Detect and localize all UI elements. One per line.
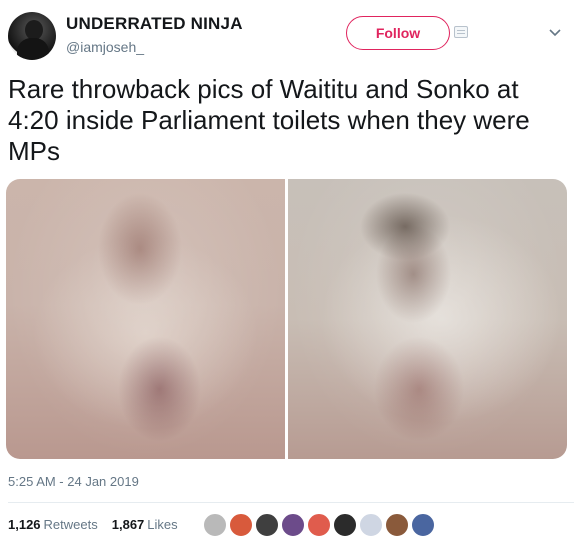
liker-avatar[interactable] [281, 513, 305, 537]
liker-avatars [203, 513, 437, 537]
liker-avatar[interactable] [359, 513, 383, 537]
tweet-stats: 1,126 Retweets 1,867 Likes [8, 517, 178, 532]
chevron-down-icon[interactable] [549, 26, 561, 38]
tweet-text: Rare throwback pics of Waititu and Sonko… [8, 74, 530, 166]
likes-stat[interactable]: 1,867 Likes [112, 517, 178, 532]
liker-avatar[interactable] [255, 513, 279, 537]
avatar-head [25, 20, 43, 40]
retweets-count: 1,126 [8, 517, 41, 532]
tweet-timestamp[interactable]: 5:25 AM - 24 Jan 2019 [8, 474, 139, 489]
liker-avatar[interactable] [385, 513, 409, 537]
avatar[interactable] [8, 12, 56, 60]
user-handle[interactable]: @iamjoseh_ [66, 39, 144, 55]
photo-right[interactable] [288, 179, 567, 459]
liker-avatar[interactable] [411, 513, 435, 537]
divider [8, 502, 574, 503]
likes-count: 1,867 [111, 517, 145, 532]
liker-avatar[interactable] [333, 513, 357, 537]
follow-button[interactable]: Follow [346, 16, 450, 50]
liker-avatar[interactable] [307, 513, 331, 537]
photo-left[interactable] [6, 179, 285, 459]
likes-label: Likes [147, 517, 178, 532]
liker-avatar[interactable] [229, 513, 253, 537]
liker-avatar[interactable] [203, 513, 227, 537]
display-name[interactable]: UNDERRATED NINJA [66, 14, 243, 34]
avatar-body [17, 38, 49, 60]
tweet-media[interactable] [6, 179, 567, 459]
retweets-stat[interactable]: 1,126 Retweets [8, 517, 98, 532]
more-info-icon[interactable] [454, 26, 468, 38]
retweets-label: Retweets [43, 517, 98, 532]
